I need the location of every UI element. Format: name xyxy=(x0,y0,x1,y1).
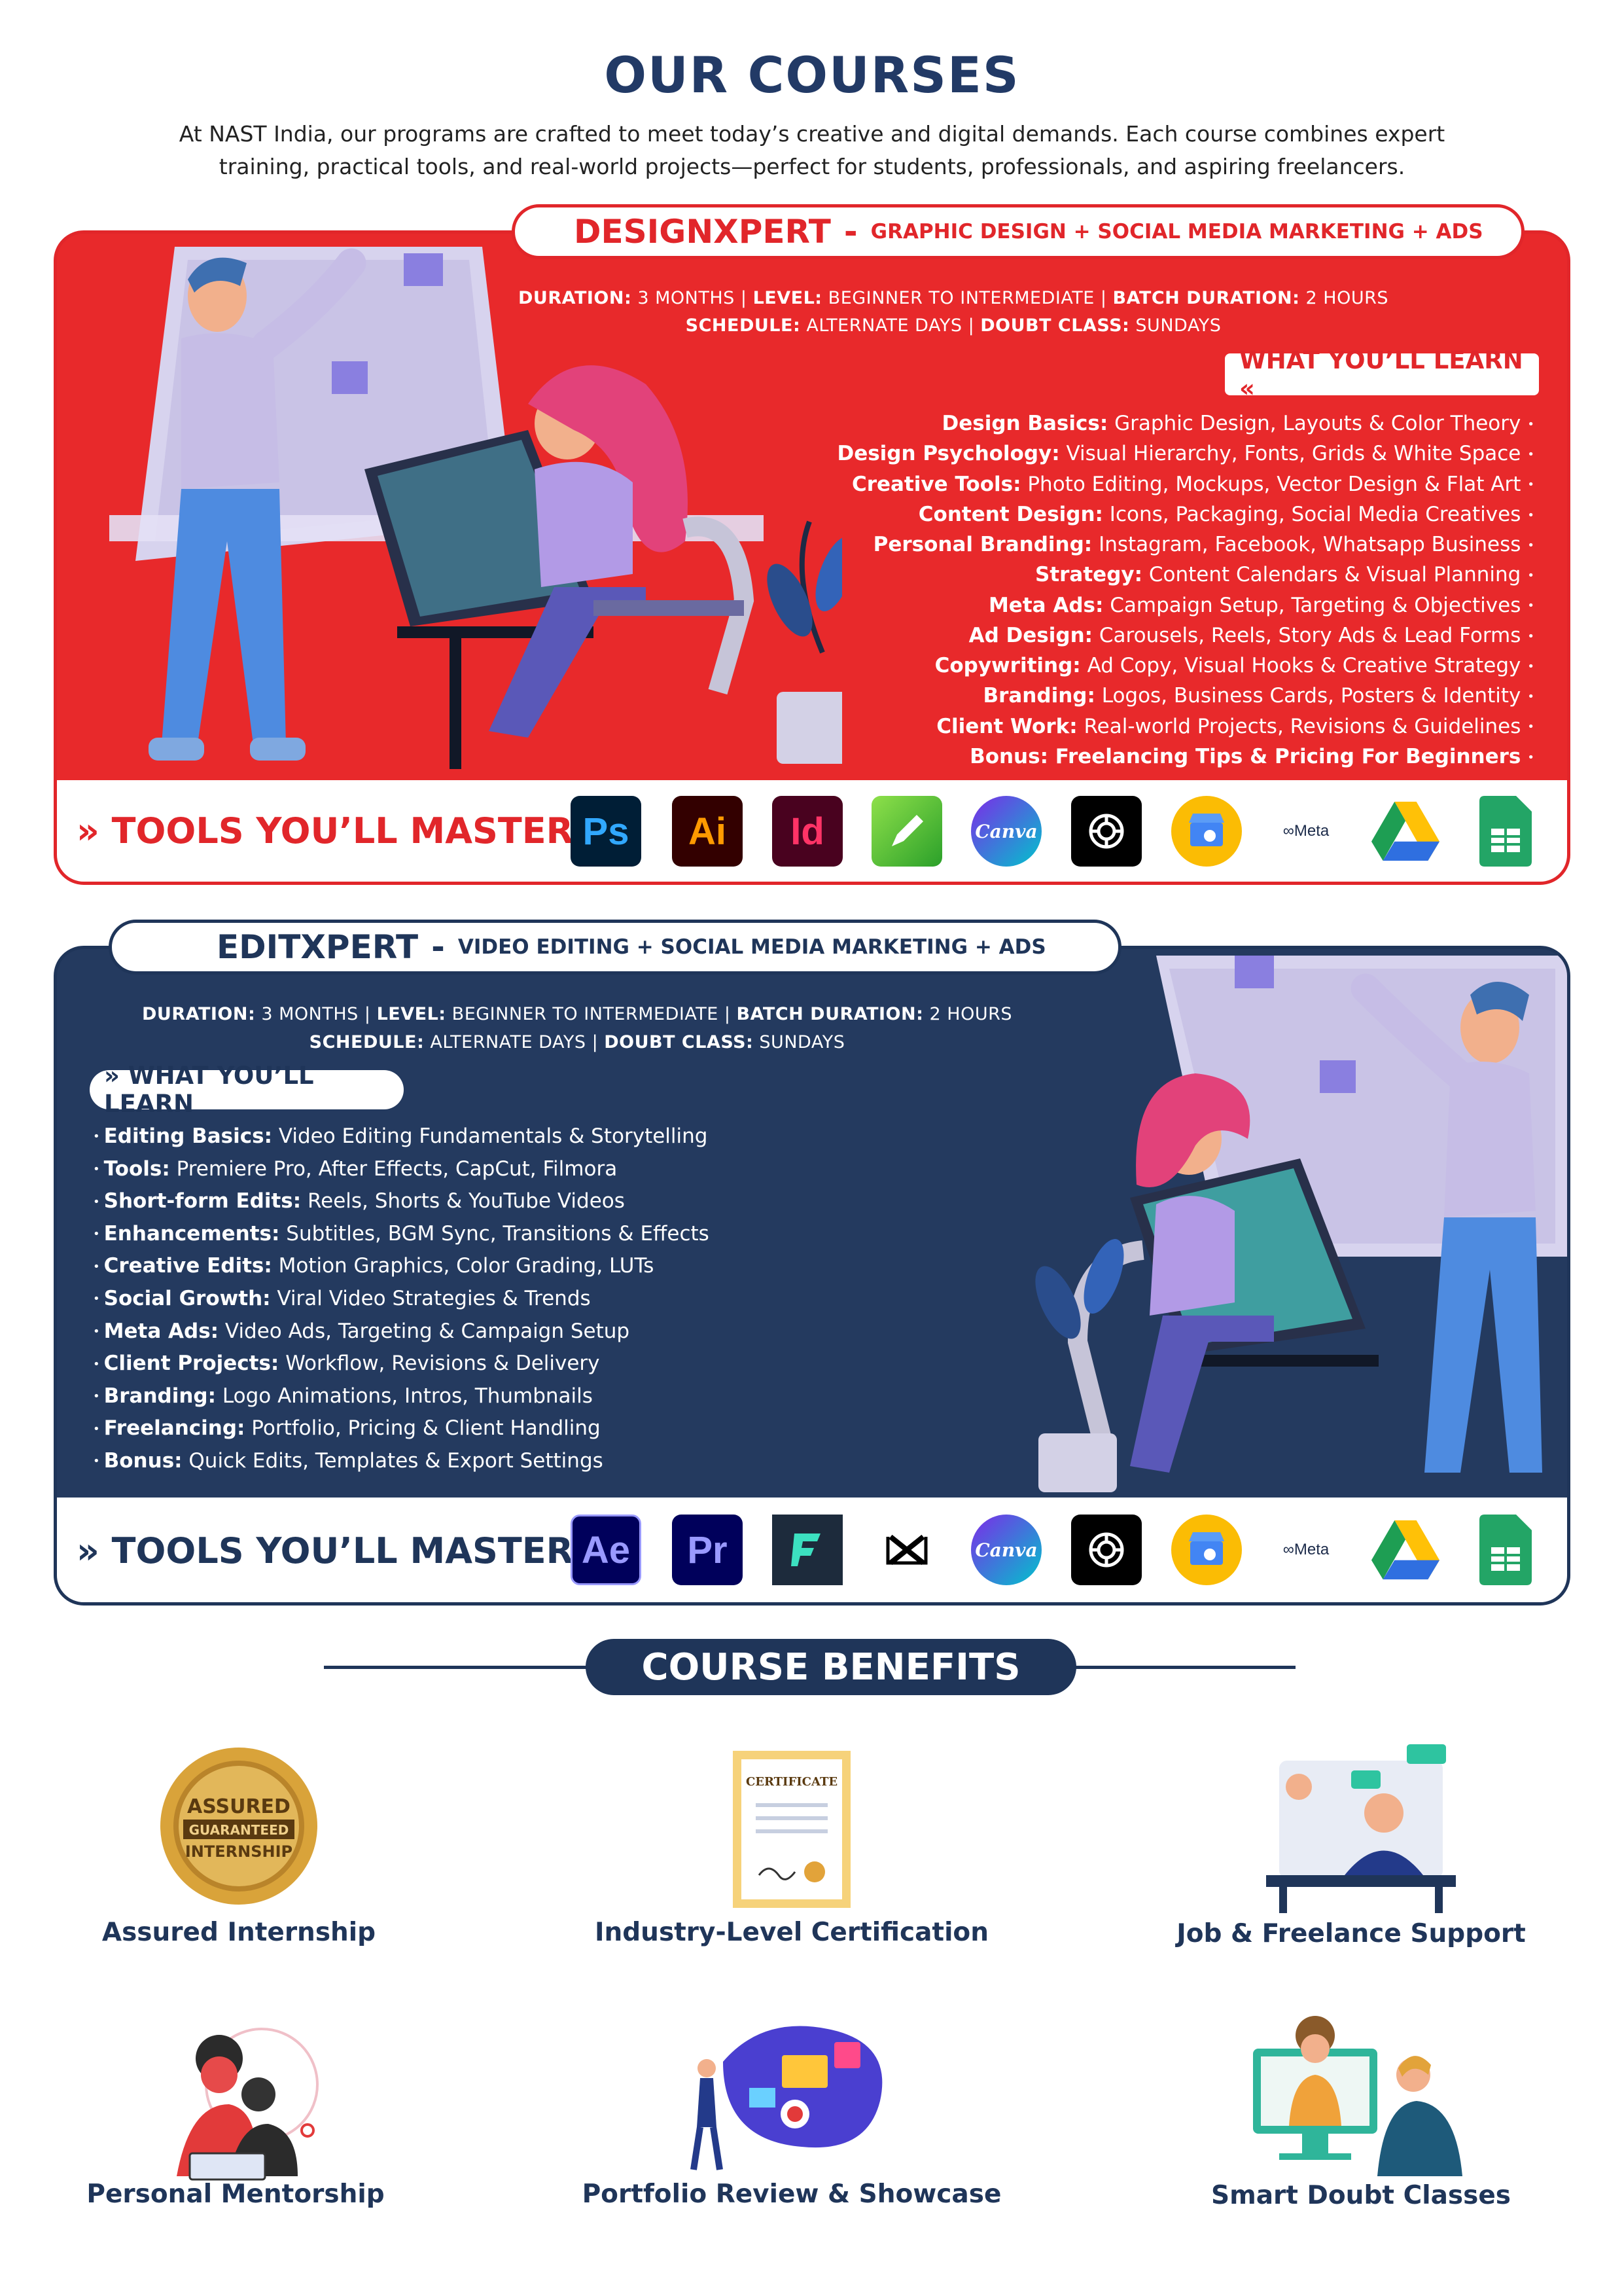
portfolio-icon xyxy=(690,2026,883,2170)
editxpert-card: DURATION: 3 MONTHS | LEVEL: BEGINNER TO … xyxy=(54,946,1570,1605)
certificate-title: CERTIFICATE xyxy=(746,1775,838,1789)
list-item: • Editing Basics: Video Editing Fundament… xyxy=(93,1124,708,1148)
doubt-class-icon xyxy=(1253,2016,1462,2176)
list-item: • Enhancements: Subtitles, BGM Sync, Tran… xyxy=(93,1221,709,1246)
vectornator-icon xyxy=(872,796,942,867)
list-item: • Tools: Premiere Pro, After Effects, Cap… xyxy=(93,1157,618,1181)
edit-learn-tag: » WHAT YOU’LL LEARN xyxy=(90,1062,404,1118)
design-learn-list: Design Basics: Graphic Design, Layouts &… xyxy=(788,409,1534,772)
photoshop-icon: Ps xyxy=(571,796,641,867)
list-item: Design Basics: Graphic Design, Layouts &… xyxy=(942,412,1535,435)
design-learn-tag: WHAT YOU’LL LEARN « xyxy=(1225,346,1539,403)
premiere-pro-icon: Pr xyxy=(672,1515,743,1585)
benefit-label: Personal Mentorship xyxy=(86,2179,385,2209)
list-item: • Short-form Edits: Reels, Shorts & YouTu… xyxy=(93,1189,625,1213)
list-item: Content Design: Icons, Packaging, Social… xyxy=(918,502,1534,526)
google-drive-icon xyxy=(1370,796,1441,867)
illustrator-icon: Ai xyxy=(672,796,743,867)
benefit-label: Portfolio Review & Showcase xyxy=(582,2179,1002,2209)
meta-icon: ∞ Meta xyxy=(1282,822,1330,840)
chatgpt-icon xyxy=(1071,1515,1142,1585)
support-agent-icon xyxy=(1266,1744,1456,1913)
after-effects-icon: Ae xyxy=(571,1515,641,1585)
canva-icon: Canva xyxy=(971,796,1042,867)
seal-text-assured: ASSURED xyxy=(187,1795,291,1818)
divider-line xyxy=(324,1666,612,1669)
list-item: Design Psychology: Visual Hierarchy, Fon… xyxy=(837,442,1534,466)
design-tools-strip: » TOOLS YOU’LL MASTER: Ps Ai Id Canva ∞ M… xyxy=(57,780,1567,882)
design-meta-line-1: DURATION: 3 MONTHS | LEVEL: BEGINNER TO … xyxy=(518,288,1388,308)
list-item: • Social Growth: Viral Video Strategies &… xyxy=(93,1286,591,1310)
design-meta-line-2: SCHEDULE: ALTERNATE DAYS | DOUBT CLASS: … xyxy=(685,315,1222,336)
intro-text: At NAST India, our programs are crafted … xyxy=(179,121,1445,179)
edit-meta-line-2: SCHEDULE: ALTERNATE DAYS | DOUBT CLASS: … xyxy=(309,1032,845,1052)
editxpert-subtitle: VIDEO EDITING + SOCIAL MEDIA MARKETING +… xyxy=(457,935,1046,959)
benefit-label: Industry-Level Certification xyxy=(594,1918,989,1947)
edit-illustration xyxy=(1035,956,1567,1492)
designxpert-name: DESIGNXPERT xyxy=(574,213,831,251)
list-item: Creative Tools: Photo Editing, Mockups, … xyxy=(851,472,1534,496)
list-item: • Bonus: Quick Edits, Templates & Export … xyxy=(93,1448,603,1473)
list-item: Branding: Logos, Business Cards, Posters… xyxy=(983,684,1534,708)
canva-icon: Canva xyxy=(971,1515,1042,1585)
google-sheets-icon xyxy=(1470,796,1541,867)
editxpert-title: EDITXPERT - VIDEO EDITING + SOCIAL MEDIA… xyxy=(109,920,1121,975)
certificate-icon: CERTIFICATE xyxy=(733,1751,851,1908)
list-item: Copywriting: Ad Copy, Visual Hooks & Cre… xyxy=(934,654,1534,677)
designxpert-title: DESIGNXPERT - GRAPHIC DESIGN + SOCIAL ME… xyxy=(512,204,1525,259)
designxpert-subtitle: GRAPHIC DESIGN + SOCIAL MEDIA MARKETING … xyxy=(870,220,1483,243)
edit-meta-line-1: DURATION: 3 MONTHS | LEVEL: BEGINNER TO … xyxy=(142,1004,1012,1024)
chatgpt-icon xyxy=(1071,796,1142,867)
list-item: • Client Projects: Workflow, Revisions & … xyxy=(93,1352,600,1376)
list-item: Ad Design: Carousels, Reels, Story Ads &… xyxy=(968,623,1534,647)
edit-learn-list: • Editing Basics: Video Editing Fundament… xyxy=(93,1121,813,1478)
internship-seal-icon: ASSURED GUARANTEED INTERNSHIP xyxy=(160,1748,317,1905)
benefit-label: Assured Internship xyxy=(101,1918,376,1947)
google-sheets-icon xyxy=(1470,1515,1541,1585)
list-item: Meta Ads: Campaign Setup, Targeting & Ob… xyxy=(988,593,1534,617)
edit-tools-label: » TOOLS YOU’LL MASTER: xyxy=(77,1530,588,1571)
list-item: Client Work: Real-world Projects, Revisi… xyxy=(936,714,1534,738)
page-title: OUR COURSES xyxy=(604,46,1020,104)
list-item: • Meta Ads: Video Ads, Targeting & Campai… xyxy=(93,1319,630,1343)
indesign-icon: Id xyxy=(772,796,843,867)
capcut-icon xyxy=(872,1515,942,1585)
benefit-label: Job & Freelance Support xyxy=(1176,1919,1526,1948)
design-tools-label: » TOOLS YOU’LL MASTER: xyxy=(77,810,588,852)
list-item: Strategy: Content Calendars & Visual Pla… xyxy=(1035,563,1534,587)
seal-text-internship: INTERNSHIP xyxy=(185,1842,292,1861)
benefit-label: Smart Doubt Classes xyxy=(1211,2181,1511,2210)
meta-icon: ∞ Meta xyxy=(1282,1541,1330,1558)
filmora-icon xyxy=(772,1515,843,1585)
list-item: Bonus: Freelancing Tips & Pricing For Be… xyxy=(970,744,1534,768)
list-item: • Creative Edits: Motion Graphics, Color … xyxy=(93,1254,654,1278)
list-item: Personal Branding: Instagram, Facebook, … xyxy=(873,533,1534,556)
google-business-icon xyxy=(1171,1515,1242,1585)
mentorship-icon xyxy=(177,2028,319,2181)
google-business-icon xyxy=(1171,796,1242,867)
list-item: • Freelancing: Portfolio, Pricing & Clien… xyxy=(93,1416,601,1441)
list-item: • Branding: Logo Animations, Intros, Thum… xyxy=(93,1384,593,1408)
seal-text-guaranteed: GUARANTEED xyxy=(189,1822,289,1838)
editxpert-name: EDITXPERT xyxy=(217,928,419,966)
designxpert-card: DURATION: 3 MONTHS | LEVEL: BEGINNER TO … xyxy=(54,230,1570,885)
edit-tools-strip: » TOOLS YOU’LL MASTER: Ae Pr Canva ∞ Meta xyxy=(57,1498,1567,1602)
google-drive-icon xyxy=(1370,1515,1441,1585)
benefits-title: COURSE BENEFITS xyxy=(586,1639,1076,1695)
